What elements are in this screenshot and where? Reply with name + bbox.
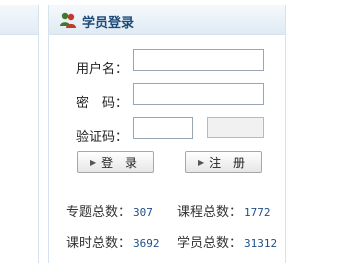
left-panel	[0, 5, 39, 263]
stat-students-label: 学员总数：	[177, 236, 243, 251]
password-input[interactable]	[133, 83, 264, 105]
stat-hours-value: 3692	[133, 237, 160, 250]
panel-title: 学员登录	[82, 16, 135, 31]
arrow-right-icon: ▶	[198, 157, 205, 167]
stat-courses-value: 1772	[244, 206, 271, 219]
stat-students: 学员总数： 31312	[177, 232, 277, 251]
users-icon	[59, 11, 77, 29]
register-button-label: 注 册	[209, 155, 249, 170]
login-button[interactable]: ▶ 登 录	[77, 151, 154, 173]
stat-topics-value: 307	[133, 206, 153, 219]
stat-topics: 专题总数： 307	[66, 201, 153, 220]
username-input[interactable]	[133, 49, 264, 71]
page: 学员登录 用户名： 密 码： 验证码： ▶ 登 录 ▶ 注 册 专题总数： 307…	[0, 0, 347, 263]
captcha-input[interactable]	[133, 117, 193, 139]
username-label: 用户名：	[76, 62, 129, 77]
left-panel-header	[0, 5, 38, 35]
captcha-label: 验证码：	[76, 130, 129, 145]
student-login-panel: 学员登录 用户名： 密 码： 验证码： ▶ 登 录 ▶ 注 册 专题总数： 307…	[48, 5, 286, 263]
stat-courses: 课程总数： 1772	[177, 201, 271, 220]
arrow-right-icon: ▶	[90, 157, 97, 167]
stat-topics-label: 专题总数：	[66, 205, 132, 220]
captcha-image[interactable]	[207, 117, 264, 138]
stat-courses-label: 课程总数：	[177, 205, 243, 220]
stat-hours-label: 课时总数：	[66, 236, 132, 251]
login-button-label: 登 录	[101, 155, 141, 170]
password-label: 密 码：	[76, 96, 129, 111]
panel-header: 学员登录	[49, 5, 285, 35]
stat-hours: 课时总数： 3692	[66, 232, 160, 251]
register-button[interactable]: ▶ 注 册	[185, 151, 262, 173]
stat-students-value: 31312	[244, 237, 278, 250]
